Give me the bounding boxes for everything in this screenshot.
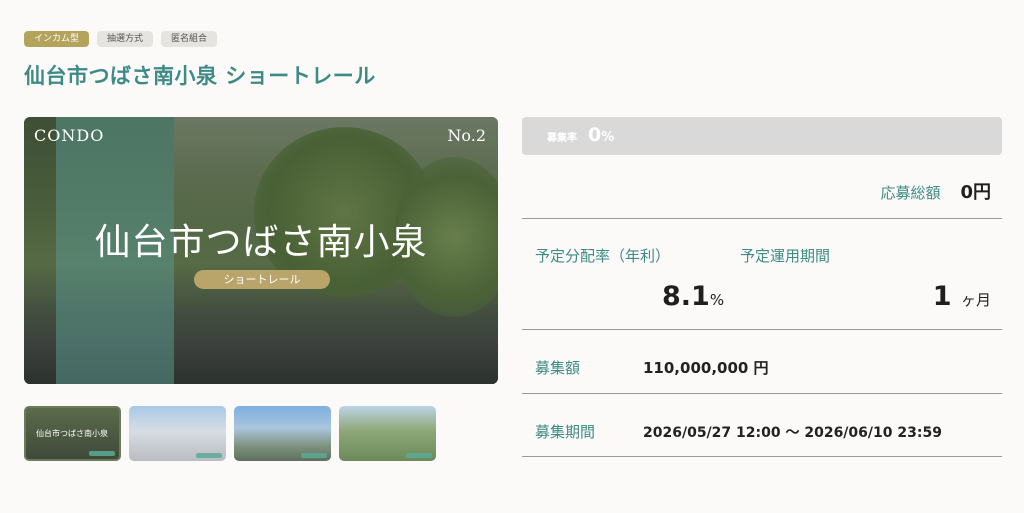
thumbnail-badge: [301, 453, 327, 458]
thumbnail-2[interactable]: [129, 406, 226, 461]
hero-pill: ショートレール: [194, 270, 330, 289]
total-applied-value: 0円: [960, 182, 991, 203]
distribution-value: 8.1%: [662, 281, 725, 312]
thumbnail-3[interactable]: [234, 406, 331, 461]
hero-image[interactable]: CONDO No.2 仙台市つばさ南小泉 ショートレール: [24, 117, 498, 384]
amount-value: 110,000,000 円: [643, 359, 769, 377]
tag-income: インカム型: [24, 31, 90, 47]
page-title: 仙台市つばさ南小泉 ショートレール: [24, 64, 376, 88]
recruit-period-label: 募集期間: [535, 423, 596, 441]
hero-condo-label: CONDO: [34, 126, 105, 145]
divider: [522, 218, 1002, 219]
distribution-label: 予定分配率（年利）: [535, 247, 671, 265]
thumbnail-1[interactable]: 仙台市つばさ南小泉: [24, 406, 121, 461]
funding-rate-bar: 募集率 0%: [522, 117, 1002, 155]
tag-lottery: 抽選方式: [97, 31, 154, 47]
total-applied: 応募総額 0円: [880, 178, 991, 204]
period-label: 予定運用期間: [740, 247, 831, 265]
period-value: 1 ヶ月: [932, 281, 991, 312]
hero-number-label: No.2: [447, 126, 486, 145]
thumbnail-caption: 仙台市つばさ南小泉: [36, 429, 108, 438]
funding-rate-value: 0%: [588, 124, 615, 146]
tag-anonymous-partnership: 匿名組合: [161, 31, 218, 47]
thumbnail-badge: [196, 453, 222, 458]
total-applied-label: 応募総額: [880, 184, 941, 202]
divider: [522, 329, 1002, 330]
thumbnail-4[interactable]: [339, 406, 436, 461]
hero-property-name: 仙台市つばさ南小泉: [94, 222, 428, 263]
funding-rate-label: 募集率: [547, 133, 577, 144]
thumbnail-strip: 仙台市つばさ南小泉: [24, 406, 436, 461]
divider: [522, 456, 1002, 457]
thumbnail-badge: [89, 451, 115, 456]
thumbnail-badge: [406, 453, 432, 458]
tag-list: インカム型 抽選方式 匿名組合: [24, 31, 218, 47]
amount-label: 募集額: [535, 359, 581, 377]
recruit-period-value: 2026/05/27 12:00 〜 2026/06/10 23:59: [643, 425, 942, 441]
divider: [522, 393, 1002, 394]
